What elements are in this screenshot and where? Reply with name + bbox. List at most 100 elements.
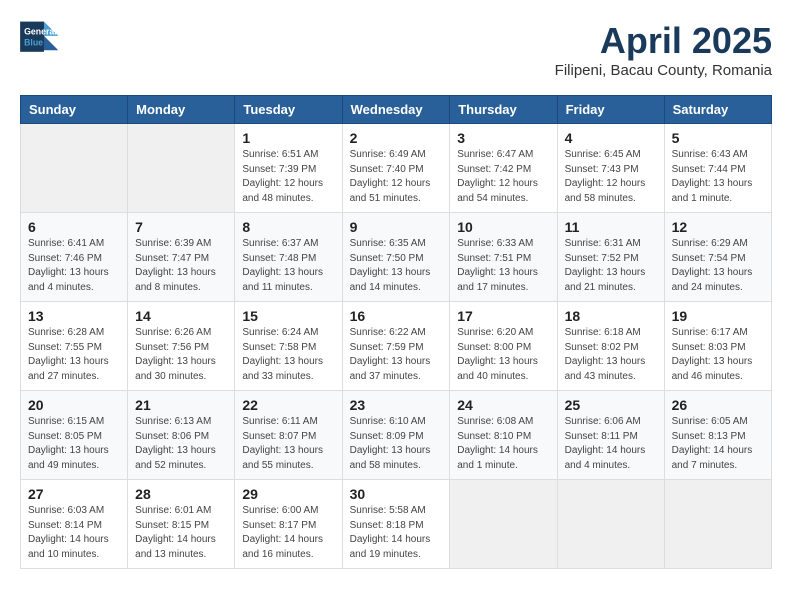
day-number: 7: [135, 219, 227, 235]
calendar-cell: 17 Sunrise: 6:20 AM Sunset: 8:00 PM Dayli…: [450, 302, 557, 391]
weekday-header-monday: Monday: [128, 96, 235, 124]
header: General Blue April 2025 Filipeni, Bacau …: [20, 20, 772, 79]
weekday-header-wednesday: Wednesday: [342, 96, 450, 124]
day-info: Sunrise: 6:05 AM Sunset: 8:13 PM Dayligh…: [672, 415, 764, 473]
day-info: Sunrise: 6:31 AM Sunset: 7:52 PM Dayligh…: [565, 237, 657, 295]
day-number: 13: [28, 308, 120, 324]
weekday-header-row: SundayMondayTuesdayWednesdayThursdayFrid…: [21, 96, 772, 124]
weekday-header-friday: Friday: [557, 96, 664, 124]
day-info: Sunrise: 6:18 AM Sunset: 8:02 PM Dayligh…: [565, 326, 657, 384]
calendar-cell: 11 Sunrise: 6:31 AM Sunset: 7:52 PM Dayli…: [557, 213, 664, 302]
day-info: Sunrise: 6:15 AM Sunset: 8:05 PM Dayligh…: [28, 415, 120, 473]
calendar-cell: 6 Sunrise: 6:41 AM Sunset: 7:46 PM Daylig…: [21, 213, 128, 302]
week-row-5: 27 Sunrise: 6:03 AM Sunset: 8:14 PM Dayli…: [21, 480, 772, 569]
svg-text:General: General: [24, 26, 57, 36]
calendar-cell: 5 Sunrise: 6:43 AM Sunset: 7:44 PM Daylig…: [664, 124, 771, 213]
day-info: Sunrise: 6:29 AM Sunset: 7:54 PM Dayligh…: [672, 237, 764, 295]
day-number: 25: [565, 397, 657, 413]
day-info: Sunrise: 6:39 AM Sunset: 7:47 PM Dayligh…: [135, 237, 227, 295]
day-info: Sunrise: 6:33 AM Sunset: 7:51 PM Dayligh…: [457, 237, 549, 295]
day-number: 24: [457, 397, 549, 413]
week-row-4: 20Sunrise: 6:15 AM Sunset: 8:05 PM Dayli…: [21, 391, 772, 480]
day-info: Sunrise: 5:58 AM Sunset: 8:18 PM Dayligh…: [350, 504, 443, 562]
weekday-header-thursday: Thursday: [450, 96, 557, 124]
day-number: 21: [135, 397, 227, 413]
day-number: 12: [672, 219, 764, 235]
day-info: Sunrise: 6:20 AM Sunset: 8:00 PM Dayligh…: [457, 326, 549, 384]
calendar-cell: 19 Sunrise: 6:17 AM Sunset: 8:03 PM Dayli…: [664, 302, 771, 391]
calendar-cell: [21, 124, 128, 213]
day-info: Sunrise: 6:37 AM Sunset: 7:48 PM Dayligh…: [242, 237, 334, 295]
calendar-cell: [128, 124, 235, 213]
logo-icon: General Blue: [20, 20, 60, 55]
calendar-cell: 25 Sunrise: 6:06 AM Sunset: 8:11 PM Dayli…: [557, 391, 664, 480]
calendar-cell: 29 Sunrise: 6:00 AM Sunset: 8:17 PM Dayli…: [235, 480, 342, 569]
day-info: Sunrise: 6:22 AM Sunset: 7:59 PM Dayligh…: [350, 326, 443, 384]
day-info: Sunrise: 6:45 AM Sunset: 7:43 PM Dayligh…: [565, 148, 657, 206]
day-info: Sunrise: 6:35 AM Sunset: 7:50 PM Dayligh…: [350, 237, 443, 295]
week-row-2: 6 Sunrise: 6:41 AM Sunset: 7:46 PM Daylig…: [21, 213, 772, 302]
calendar-cell: 15 Sunrise: 6:24 AM Sunset: 7:58 PM Dayli…: [235, 302, 342, 391]
day-info: Sunrise: 6:00 AM Sunset: 8:17 PM Dayligh…: [242, 504, 334, 562]
calendar-subtitle: Filipeni, Bacau County, Romania: [555, 62, 772, 79]
day-info: Sunrise: 6:03 AM Sunset: 8:14 PM Dayligh…: [28, 504, 120, 562]
day-number: 11: [565, 219, 657, 235]
calendar-cell: 2 Sunrise: 6:49 AM Sunset: 7:40 PM Daylig…: [342, 124, 450, 213]
day-number: 3: [457, 130, 549, 146]
calendar-cell: [664, 480, 771, 569]
day-number: 26: [672, 397, 764, 413]
day-info: Sunrise: 6:51 AM Sunset: 7:39 PM Dayligh…: [242, 148, 334, 206]
day-number: 17: [457, 308, 549, 324]
calendar-title: April 2025: [555, 20, 772, 62]
day-number: 16: [350, 308, 443, 324]
day-number: 30: [350, 486, 443, 502]
day-number: 8: [242, 219, 334, 235]
day-number: 29: [242, 486, 334, 502]
calendar-cell: 7 Sunrise: 6:39 AM Sunset: 7:47 PM Daylig…: [128, 213, 235, 302]
calendar-cell: 8 Sunrise: 6:37 AM Sunset: 7:48 PM Daylig…: [235, 213, 342, 302]
day-number: 2: [350, 130, 443, 146]
svg-text:Blue: Blue: [24, 37, 43, 47]
calendar-cell: 20Sunrise: 6:15 AM Sunset: 8:05 PM Dayli…: [21, 391, 128, 480]
day-info: Sunrise: 6:47 AM Sunset: 7:42 PM Dayligh…: [457, 148, 549, 206]
day-info: Sunrise: 6:24 AM Sunset: 7:58 PM Dayligh…: [242, 326, 334, 384]
calendar-cell: 3 Sunrise: 6:47 AM Sunset: 7:42 PM Daylig…: [450, 124, 557, 213]
calendar-cell: 4 Sunrise: 6:45 AM Sunset: 7:43 PM Daylig…: [557, 124, 664, 213]
day-number: 6: [28, 219, 120, 235]
day-number: 15: [242, 308, 334, 324]
day-info: Sunrise: 6:01 AM Sunset: 8:15 PM Dayligh…: [135, 504, 227, 562]
logo: General Blue: [20, 20, 64, 55]
day-number: 23: [350, 397, 443, 413]
calendar-cell: 1Sunrise: 6:51 AM Sunset: 7:39 PM Daylig…: [235, 124, 342, 213]
calendar-cell: 18 Sunrise: 6:18 AM Sunset: 8:02 PM Dayli…: [557, 302, 664, 391]
page: General Blue April 2025 Filipeni, Bacau …: [0, 0, 792, 589]
day-info: Sunrise: 6:28 AM Sunset: 7:55 PM Dayligh…: [28, 326, 120, 384]
calendar-cell: 14Sunrise: 6:26 AM Sunset: 7:56 PM Dayli…: [128, 302, 235, 391]
calendar-cell: 16 Sunrise: 6:22 AM Sunset: 7:59 PM Dayli…: [342, 302, 450, 391]
day-number: 5: [672, 130, 764, 146]
day-number: 28: [135, 486, 227, 502]
calendar-cell: 26 Sunrise: 6:05 AM Sunset: 8:13 PM Dayli…: [664, 391, 771, 480]
calendar-cell: 21Sunrise: 6:13 AM Sunset: 8:06 PM Dayli…: [128, 391, 235, 480]
calendar-cell: [557, 480, 664, 569]
title-block: April 2025 Filipeni, Bacau County, Roman…: [555, 20, 772, 79]
day-number: 22: [242, 397, 334, 413]
calendar-cell: 22 Sunrise: 6:11 AM Sunset: 8:07 PM Dayli…: [235, 391, 342, 480]
day-info: Sunrise: 6:26 AM Sunset: 7:56 PM Dayligh…: [135, 326, 227, 384]
day-info: Sunrise: 6:41 AM Sunset: 7:46 PM Dayligh…: [28, 237, 120, 295]
day-info: Sunrise: 6:17 AM Sunset: 8:03 PM Dayligh…: [672, 326, 764, 384]
day-number: 4: [565, 130, 657, 146]
day-info: Sunrise: 6:06 AM Sunset: 8:11 PM Dayligh…: [565, 415, 657, 473]
day-info: Sunrise: 6:49 AM Sunset: 7:40 PM Dayligh…: [350, 148, 443, 206]
day-number: 18: [565, 308, 657, 324]
day-info: Sunrise: 6:08 AM Sunset: 8:10 PM Dayligh…: [457, 415, 549, 473]
calendar-cell: 27 Sunrise: 6:03 AM Sunset: 8:14 PM Dayli…: [21, 480, 128, 569]
day-info: Sunrise: 6:43 AM Sunset: 7:44 PM Dayligh…: [672, 148, 764, 206]
calendar-cell: 12 Sunrise: 6:29 AM Sunset: 7:54 PM Dayli…: [664, 213, 771, 302]
day-number: 19: [672, 308, 764, 324]
day-number: 10: [457, 219, 549, 235]
day-info: Sunrise: 6:11 AM Sunset: 8:07 PM Dayligh…: [242, 415, 334, 473]
calendar-cell: 28 Sunrise: 6:01 AM Sunset: 8:15 PM Dayli…: [128, 480, 235, 569]
day-number: 27: [28, 486, 120, 502]
weekday-header-saturday: Saturday: [664, 96, 771, 124]
